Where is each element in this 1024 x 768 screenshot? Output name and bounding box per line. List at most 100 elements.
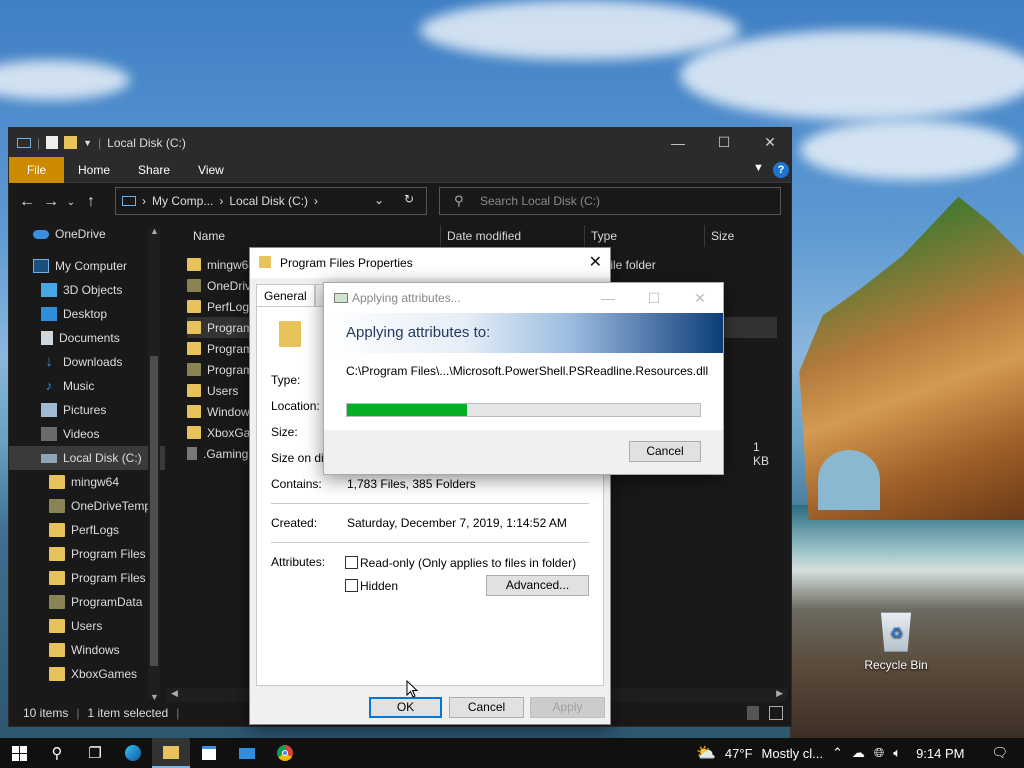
- nav-item-label: Program Files (: [71, 571, 154, 585]
- nav-item-folder[interactable]: XboxGames: [9, 662, 165, 686]
- ok-button[interactable]: OK: [369, 697, 442, 718]
- scroll-right-icon[interactable]: ▶: [776, 688, 783, 699]
- store-icon[interactable]: [190, 738, 228, 768]
- location-label: Location:: [271, 399, 320, 413]
- drive-icon: [41, 453, 57, 463]
- divider: [271, 542, 589, 543]
- tab-home[interactable]: Home: [64, 157, 124, 183]
- tab-view[interactable]: View: [184, 157, 238, 183]
- minimize-button[interactable]: —: [655, 128, 701, 157]
- up-arrow-icon[interactable]: ↑: [79, 193, 103, 211]
- nav-item-folder[interactable]: ProgramData: [9, 590, 165, 614]
- nav-item-folder[interactable]: Program Files: [9, 542, 165, 566]
- nav-item-onedrive[interactable]: OneDrive: [9, 222, 165, 246]
- properties-quick-icon[interactable]: [46, 136, 59, 149]
- nav-item-3d-objects[interactable]: 3D Objects: [9, 278, 165, 302]
- close-button[interactable]: ✕: [747, 128, 793, 157]
- nav-item-folder[interactable]: Users: [9, 614, 165, 638]
- chrome-icon[interactable]: [266, 738, 304, 768]
- search-icon[interactable]: ⚲: [38, 738, 76, 768]
- close-button[interactable]: ✕: [677, 283, 723, 313]
- nav-item-desktop[interactable]: Desktop: [9, 302, 165, 326]
- address-bar[interactable]: › My Comp... › Local Disk (C:) › ⌄ ↻: [115, 187, 427, 215]
- search-input[interactable]: ⚲ Search Local Disk (C:): [439, 187, 781, 215]
- folder-icon: [259, 256, 271, 268]
- nav-item-local-disk[interactable]: Local Disk (C:): [9, 446, 165, 470]
- nav-item-music[interactable]: ♪ Music: [9, 374, 165, 398]
- scrollbar-thumb[interactable]: [150, 356, 158, 666]
- tab-share[interactable]: Share: [124, 157, 184, 183]
- applying-titlebar[interactable]: Applying attributes... — ☐ ✕: [324, 283, 723, 313]
- task-view-icon[interactable]: ❐: [76, 738, 114, 768]
- nav-item-folder[interactable]: Program Files (: [9, 566, 165, 590]
- clock[interactable]: 9:14 PM: [916, 746, 964, 761]
- notification-icon[interactable]: 🗨︎: [991, 745, 1008, 761]
- back-arrow-icon[interactable]: ←: [15, 193, 39, 211]
- cube-icon: [41, 283, 57, 297]
- hidden-checkbox[interactable]: [345, 579, 358, 592]
- explorer-titlebar[interactable]: | ▼ | Local Disk (C:) — ☐ ✕: [9, 128, 791, 157]
- nav-item-folder[interactable]: Windows: [9, 638, 165, 662]
- tab-file[interactable]: File: [9, 156, 64, 183]
- onedrive-cloud-icon[interactable]: ☁: [852, 745, 865, 761]
- expand-ribbon-icon[interactable]: ▼: [753, 162, 764, 174]
- weather-cloud-sun-icon[interactable]: ⛅: [696, 743, 716, 763]
- apply-button[interactable]: Apply: [530, 697, 605, 718]
- forward-arrow-icon[interactable]: →: [39, 193, 63, 211]
- readonly-label[interactable]: Read-only (Only applies to files in fold…: [360, 556, 576, 570]
- column-type[interactable]: Type: [585, 225, 705, 247]
- file-explorer-taskbar-icon[interactable]: [152, 738, 190, 768]
- weather-description[interactable]: Mostly cl...: [762, 746, 823, 761]
- breadcrumb-local-disk[interactable]: Local Disk (C:): [229, 194, 308, 208]
- maximize-button[interactable]: ☐: [701, 128, 747, 157]
- refresh-icon[interactable]: ↻: [404, 192, 414, 206]
- computer-icon: [122, 196, 136, 206]
- minimize-button[interactable]: —: [585, 283, 631, 313]
- details-view-icon[interactable]: [747, 706, 759, 720]
- close-icon[interactable]: ✕: [589, 252, 602, 272]
- nav-item-label: PerfLogs: [71, 523, 120, 537]
- nav-item-folder[interactable]: PerfLogs: [9, 518, 165, 542]
- windows-start-icon[interactable]: [0, 738, 38, 768]
- mail-icon[interactable]: [228, 738, 266, 768]
- chevron-right-icon[interactable]: ›: [142, 194, 146, 208]
- nav-item-folder[interactable]: mingw64: [9, 470, 165, 494]
- customize-quick-access-icon[interactable]: ▼: [83, 138, 92, 148]
- weather-temperature[interactable]: 47°F: [725, 746, 753, 761]
- maximize-button[interactable]: ☐: [631, 283, 677, 313]
- nav-item-my-computer[interactable]: My Computer: [9, 254, 165, 278]
- help-icon[interactable]: ?: [773, 162, 789, 178]
- network-globe-icon[interactable]: 🌐︎: [874, 745, 884, 761]
- nav-item-downloads[interactable]: ↓ Downloads: [9, 350, 165, 374]
- nav-item-documents[interactable]: Documents: [9, 326, 165, 350]
- nav-item-folder[interactable]: OneDriveTemp: [9, 494, 165, 518]
- breadcrumb-my-computer[interactable]: My Comp...: [152, 194, 213, 208]
- scroll-left-icon[interactable]: ◀: [171, 688, 178, 699]
- column-size[interactable]: Size: [705, 225, 785, 247]
- size-label: Size:: [271, 425, 298, 439]
- navigation-bar: ← → ⌄ ↑ › My Comp... › Local Disk (C:) ›…: [9, 183, 791, 221]
- recycle-bin-shortcut[interactable]: ♻ Recycle Bin: [860, 612, 932, 672]
- cancel-button[interactable]: Cancel: [629, 441, 701, 462]
- scroll-up-icon[interactable]: ▲: [150, 226, 159, 236]
- hidden-label[interactable]: Hidden: [360, 579, 398, 593]
- properties-titlebar[interactable]: Program Files Properties ✕: [250, 248, 610, 278]
- recent-locations-icon[interactable]: ⌄: [63, 197, 79, 208]
- chevron-right-icon[interactable]: ›: [314, 194, 318, 208]
- readonly-checkbox[interactable]: [345, 556, 358, 569]
- tab-general[interactable]: General: [256, 284, 315, 306]
- volume-icon[interactable]: 🔈︎: [893, 745, 901, 761]
- cancel-button[interactable]: Cancel: [449, 697, 524, 718]
- edge-browser-icon[interactable]: [114, 738, 152, 768]
- large-icons-view-icon[interactable]: [769, 706, 783, 720]
- new-folder-quick-icon[interactable]: [64, 136, 78, 149]
- nav-item-pictures[interactable]: Pictures: [9, 398, 165, 422]
- address-dropdown-icon[interactable]: ⌄: [374, 193, 384, 207]
- column-date-modified[interactable]: Date modified: [441, 225, 585, 247]
- nav-pane-scrollbar[interactable]: ▲ ▼: [148, 226, 160, 702]
- column-name[interactable]: Name: [187, 225, 441, 247]
- chevron-up-icon[interactable]: ⌃: [832, 745, 843, 761]
- nav-item-videos[interactable]: Videos: [9, 422, 165, 446]
- advanced-button[interactable]: Advanced...: [486, 575, 589, 596]
- chevron-right-icon[interactable]: ›: [219, 194, 223, 208]
